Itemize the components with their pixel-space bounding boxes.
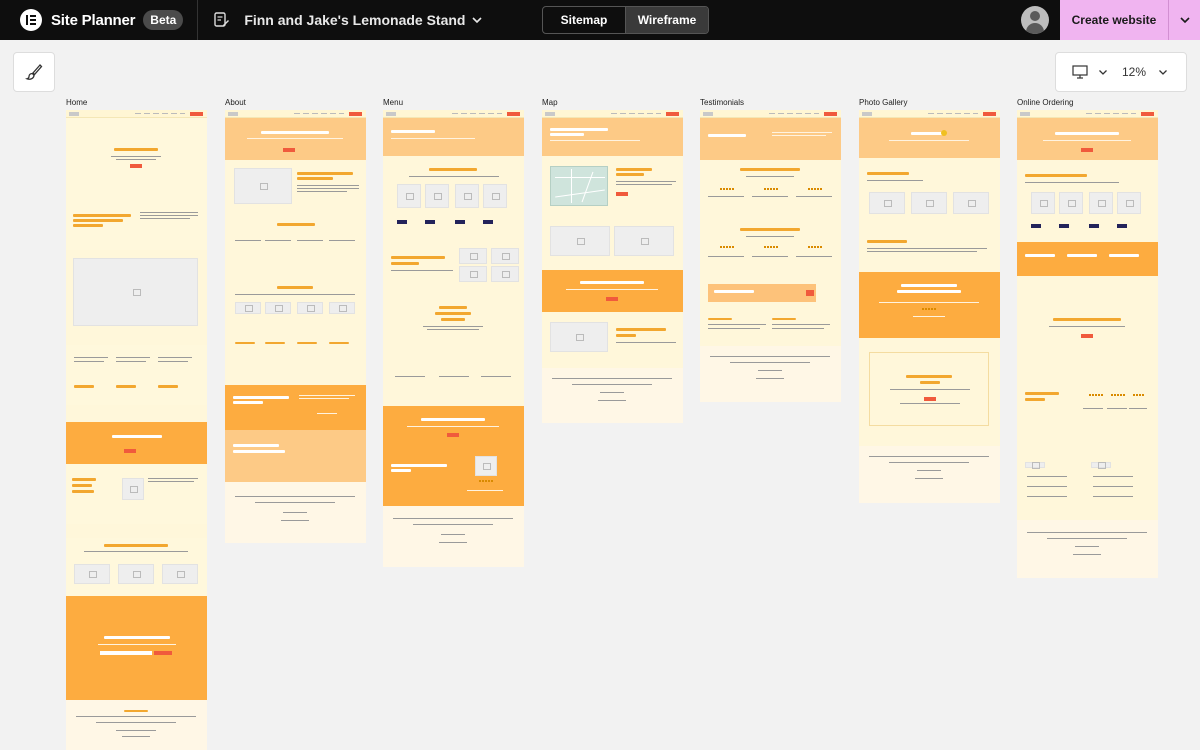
map-image bbox=[550, 166, 608, 206]
page-label-about[interactable]: About bbox=[225, 98, 246, 107]
style-brush-button[interactable] bbox=[13, 52, 55, 92]
create-options-button[interactable] bbox=[1168, 0, 1200, 40]
cta-section bbox=[66, 422, 207, 464]
app-title: Site Planner bbox=[51, 11, 136, 29]
cta-card bbox=[869, 352, 989, 426]
chevron-down-icon[interactable] bbox=[1098, 67, 1108, 77]
page-footer bbox=[383, 506, 524, 567]
order-section bbox=[383, 406, 524, 506]
page-nav bbox=[700, 110, 841, 118]
divider bbox=[197, 0, 199, 40]
page-footer bbox=[700, 346, 841, 402]
wireframe-about[interactable] bbox=[225, 110, 366, 543]
chevron-down-icon bbox=[472, 17, 483, 24]
testimonial-section bbox=[859, 272, 1000, 338]
hero-section bbox=[66, 118, 207, 218]
page-nav bbox=[225, 110, 366, 118]
hero-section bbox=[542, 118, 683, 156]
hero-section bbox=[1017, 118, 1158, 160]
wireframe-testimonials[interactable] bbox=[700, 110, 841, 402]
page-nav bbox=[542, 110, 683, 118]
hero-section bbox=[859, 118, 1000, 158]
chevron-down-icon[interactable] bbox=[1158, 67, 1168, 77]
document-edit-icon[interactable] bbox=[212, 11, 230, 29]
page-footer bbox=[859, 446, 1000, 503]
moments-section bbox=[66, 538, 207, 596]
join-section bbox=[225, 430, 366, 482]
page-nav bbox=[66, 110, 207, 118]
page-footer bbox=[66, 700, 207, 750]
cta-banner bbox=[708, 284, 816, 302]
page-nav bbox=[859, 110, 1000, 118]
intro-section bbox=[66, 210, 207, 250]
page-label-photo-gallery[interactable]: Photo Gallery bbox=[859, 98, 907, 107]
page-label-online-ordering[interactable]: Online Ordering bbox=[1017, 98, 1073, 107]
newsletter-section bbox=[66, 596, 207, 700]
page-nav bbox=[1017, 110, 1158, 118]
paint-brush-icon bbox=[25, 64, 43, 80]
image-placeholder bbox=[73, 258, 198, 326]
tab-wireframe[interactable]: Wireframe bbox=[625, 7, 708, 33]
hero-section bbox=[700, 118, 841, 160]
image-placeholder bbox=[234, 168, 292, 204]
beta-badge: Beta bbox=[143, 10, 184, 30]
wireframe-menu[interactable] bbox=[383, 110, 524, 567]
page-footer bbox=[542, 368, 683, 423]
tab-sitemap[interactable]: Sitemap bbox=[543, 7, 625, 33]
page-label-home[interactable]: Home bbox=[66, 98, 87, 107]
page-label-testimonials[interactable]: Testimonials bbox=[700, 98, 744, 107]
view-toggle: Sitemap Wireframe bbox=[542, 6, 709, 34]
hero-section bbox=[383, 118, 524, 156]
desktop-monitor-icon[interactable] bbox=[1072, 65, 1088, 79]
testimonial-section bbox=[225, 385, 366, 430]
specials-section bbox=[1017, 242, 1158, 276]
cta-section bbox=[542, 270, 683, 312]
hero-section bbox=[225, 118, 366, 160]
wireframe-home[interactable] bbox=[66, 110, 207, 750]
page-footer bbox=[225, 482, 366, 543]
wireframe-map[interactable] bbox=[542, 110, 683, 423]
project-title-dropdown[interactable]: Finn and Jake's Lemonade Stand bbox=[244, 12, 483, 28]
page-footer bbox=[1017, 520, 1158, 578]
create-website-button[interactable]: Create website bbox=[1060, 0, 1168, 40]
elementor-logo-icon[interactable] bbox=[20, 9, 42, 31]
user-avatar-icon[interactable] bbox=[1021, 6, 1049, 34]
chevron-down-icon bbox=[1179, 17, 1190, 24]
testimonial-section bbox=[66, 464, 207, 524]
page-label-map[interactable]: Map bbox=[542, 98, 558, 107]
wireframe-online-ordering[interactable] bbox=[1017, 110, 1158, 578]
wireframe-photo-gallery[interactable] bbox=[859, 110, 1000, 503]
page-nav bbox=[383, 110, 524, 118]
zoom-level[interactable]: 12% bbox=[1122, 65, 1146, 79]
page-label-menu[interactable]: Menu bbox=[383, 98, 403, 107]
zoom-controls: 12% bbox=[1055, 52, 1187, 92]
features-section bbox=[66, 345, 207, 405]
project-title: Finn and Jake's Lemonade Stand bbox=[244, 12, 466, 28]
